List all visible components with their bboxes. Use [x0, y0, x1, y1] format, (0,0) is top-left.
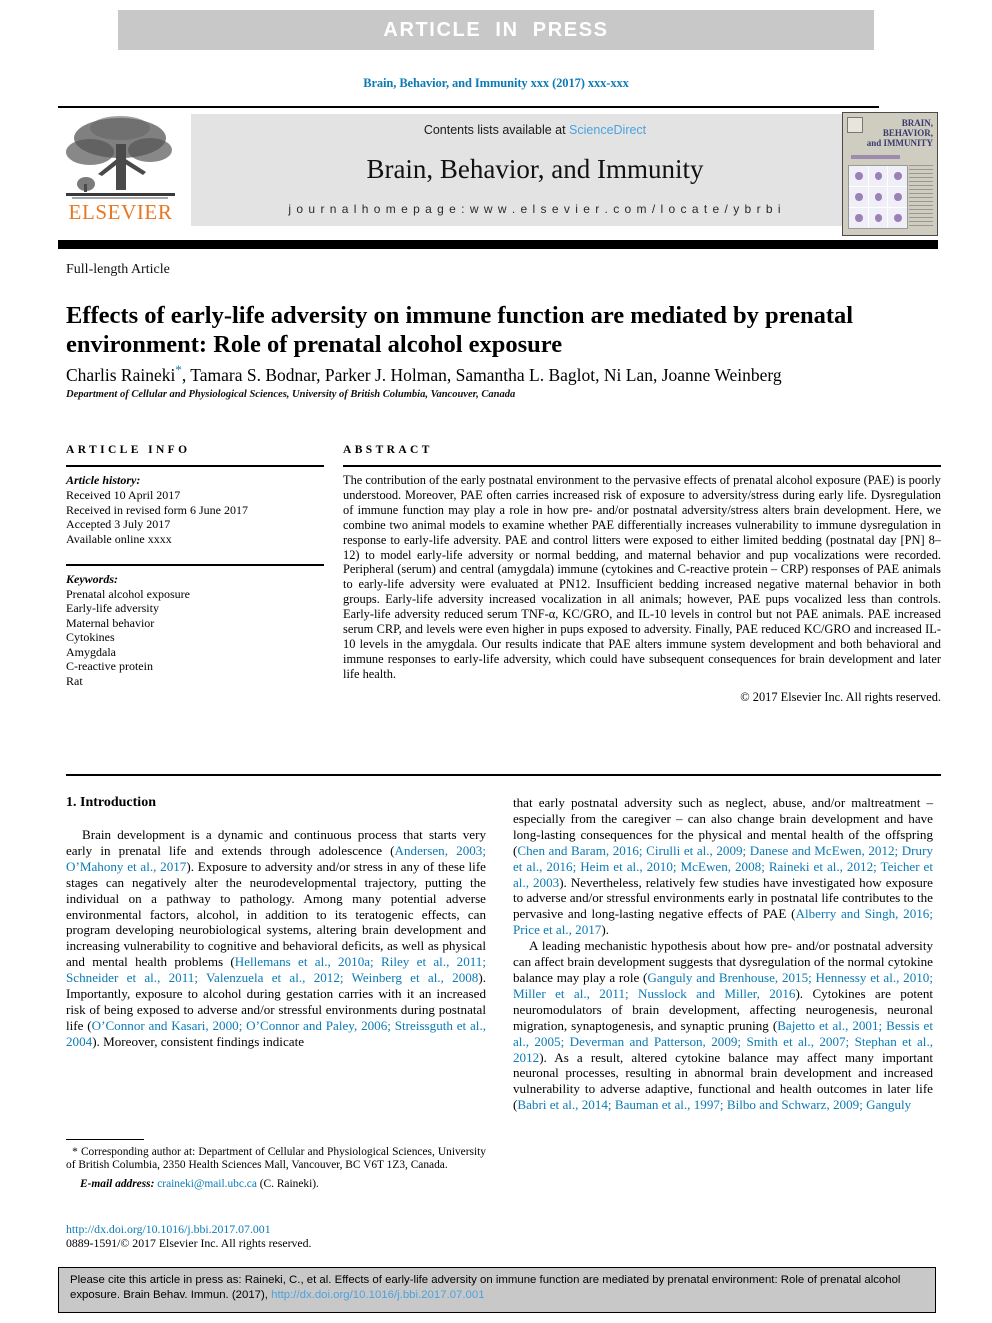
body-text: ). Moreover, consistent findings indicat… [92, 1033, 305, 1049]
contents-prefix: Contents lists available at [423, 123, 570, 137]
masthead-black-bar [58, 240, 938, 249]
keywords-label: Keywords: [66, 571, 118, 586]
paragraph: that early postnatal adversity such as n… [513, 795, 933, 938]
issn-block: http://dx.doi.org/10.1016/j.bbi.2017.07.… [66, 1222, 486, 1250]
author-rest: , Tamara S. Bodnar, Parker J. Holman, Sa… [181, 364, 782, 385]
cover-figure-cell [868, 187, 888, 207]
keyword-item: Rat [66, 673, 83, 688]
cover-figure-cell [868, 208, 888, 228]
body-text: ). Exposure to adversity and/or stress i… [66, 858, 486, 970]
article-in-press-banner: ARTICLE IN PRESS [118, 10, 874, 50]
footnote-marker: * [72, 1146, 78, 1158]
article-history-online: Available online xxxx [66, 531, 172, 546]
issn-copyright: 0889-1591/© 2017 Elsevier Inc. All right… [66, 1236, 312, 1250]
abstract-heading: ABSTRACT [343, 444, 433, 456]
paragraph: Brain development is a dynamic and conti… [66, 827, 486, 1050]
abstract-bottom-rule [66, 774, 941, 776]
cover-text-block [909, 165, 933, 227]
author-lead: Charlis Raineki [66, 364, 176, 385]
article-in-press-label: ARTICLE IN PRESS [383, 18, 609, 41]
article-history-revised: Received in revised form 6 June 2017 [66, 502, 248, 517]
cover-subtitle-bar [851, 155, 933, 159]
cover-title-text: BRAIN, BEHAVIOR, and IMMUNITY [866, 118, 933, 148]
body-column-left: 1. Introduction Brain development is a d… [66, 795, 486, 1050]
author-list: Charlis Raineki*, Tamara S. Bodnar, Park… [66, 362, 926, 386]
cite-this-article-box: Please cite this article in press as: Ra… [58, 1267, 936, 1313]
page-title: Effects of early-life adversity on immun… [66, 302, 854, 359]
contents-lists-line: Contents lists available at ScienceDirec… [191, 123, 879, 137]
cover-figure-cell [888, 166, 907, 186]
cover-figure-cell [888, 187, 907, 207]
cover-figure-cell [888, 208, 907, 228]
article-info-column: ARTICLE INFO Article history: Received 1… [66, 444, 324, 688]
body-text: ). [601, 922, 609, 938]
article-info-rule [66, 465, 324, 467]
cover-elsevier-icon [847, 117, 863, 133]
cover-figure-cell [849, 187, 868, 207]
journal-masthead: ELSEVIER Contents lists available at Sci… [58, 106, 938, 236]
abstract-copyright: © 2017 Elsevier Inc. All rights reserved… [740, 689, 941, 704]
cover-figure-grid [848, 165, 908, 229]
journal-title: Brain, Behavior, and Immunity [366, 154, 704, 184]
keyword-item: Cytokines [66, 630, 115, 644]
journal-info-box: Contents lists available at ScienceDirec… [191, 114, 879, 226]
article-info-heading: ARTICLE INFO [66, 444, 191, 456]
keywords-rule [66, 564, 324, 566]
journal-cover-thumbnail: BRAIN, BEHAVIOR, and IMMUNITY [842, 112, 938, 236]
cover-figure-cell [849, 208, 868, 228]
cite-this-article-text: Please cite this article in press as: Ra… [70, 1273, 925, 1303]
author-affiliation: Department of Cellular and Physiological… [66, 389, 516, 400]
elsevier-wordmark: ELSEVIER [68, 200, 173, 224]
keyword-item: C-reactive protein [66, 659, 153, 673]
cite-prefix: Please cite this article in press as: Ra… [70, 1274, 901, 1301]
keyword-item: Prenatal alcohol exposure [66, 586, 190, 601]
elsevier-tree-icon [66, 116, 175, 199]
elsevier-logo: ELSEVIER [58, 114, 183, 226]
citation-link[interactable]: Babri et al., 2014; Bauman et al., 1997;… [517, 1097, 911, 1112]
keyword-item: Early-life adversity [66, 601, 159, 615]
article-info-spacer [66, 546, 324, 560]
cover-figure-cell [868, 166, 888, 186]
body-column-right: that early postnatal adversity such as n… [513, 795, 933, 1113]
running-head: Brain, Behavior, and Immunity xxx (2017)… [363, 76, 629, 90]
article-history-accepted: Accepted 3 July 2017 [66, 517, 171, 531]
email-suffix: (C. Raineki). [259, 1177, 319, 1190]
section-heading-introduction: 1. Introduction [66, 795, 156, 810]
email-label: E-mail address: [80, 1177, 155, 1190]
article-history-received: Received 10 April 2017 [66, 488, 181, 502]
abstract-body: The contribution of the early postnatal … [343, 473, 941, 681]
paragraph: A leading mechanistic hypothesis about h… [513, 938, 933, 1113]
masthead-top-rule [58, 106, 879, 108]
cite-doi-link[interactable]: http://dx.doi.org/10.1016/j.bbi.2017.07.… [271, 1289, 484, 1301]
sciencedirect-link[interactable]: ScienceDirect [569, 123, 646, 137]
abstract-column: ABSTRACT The contribution of the early p… [343, 444, 941, 705]
cover-figure-cell [849, 166, 868, 186]
footnote-block: * Corresponding author at: Department of… [66, 1146, 486, 1191]
article-history-label: Article history: [66, 473, 141, 487]
footnote-rule [66, 1139, 144, 1140]
article-type-kicker: Full-length Article [66, 262, 170, 277]
footnote-corresponding-text: Corresponding author at: Department of C… [66, 1146, 486, 1172]
keyword-item: Amygdala [66, 644, 116, 659]
footnote-email-line: E-mail address: craineki@mail.ubc.ca (C.… [66, 1178, 486, 1191]
footnote-corresponding: * Corresponding author at: Department of… [66, 1146, 486, 1173]
keyword-item: Maternal behavior [66, 615, 155, 630]
doi-link[interactable]: http://dx.doi.org/10.1016/j.bbi.2017.07.… [66, 1222, 486, 1236]
email-link[interactable]: craineki@mail.ubc.ca [157, 1178, 257, 1190]
abstract-rule [343, 465, 941, 467]
journal-homepage-line[interactable]: j o u r n a l h o m e p a g e : w w w . … [191, 202, 879, 216]
